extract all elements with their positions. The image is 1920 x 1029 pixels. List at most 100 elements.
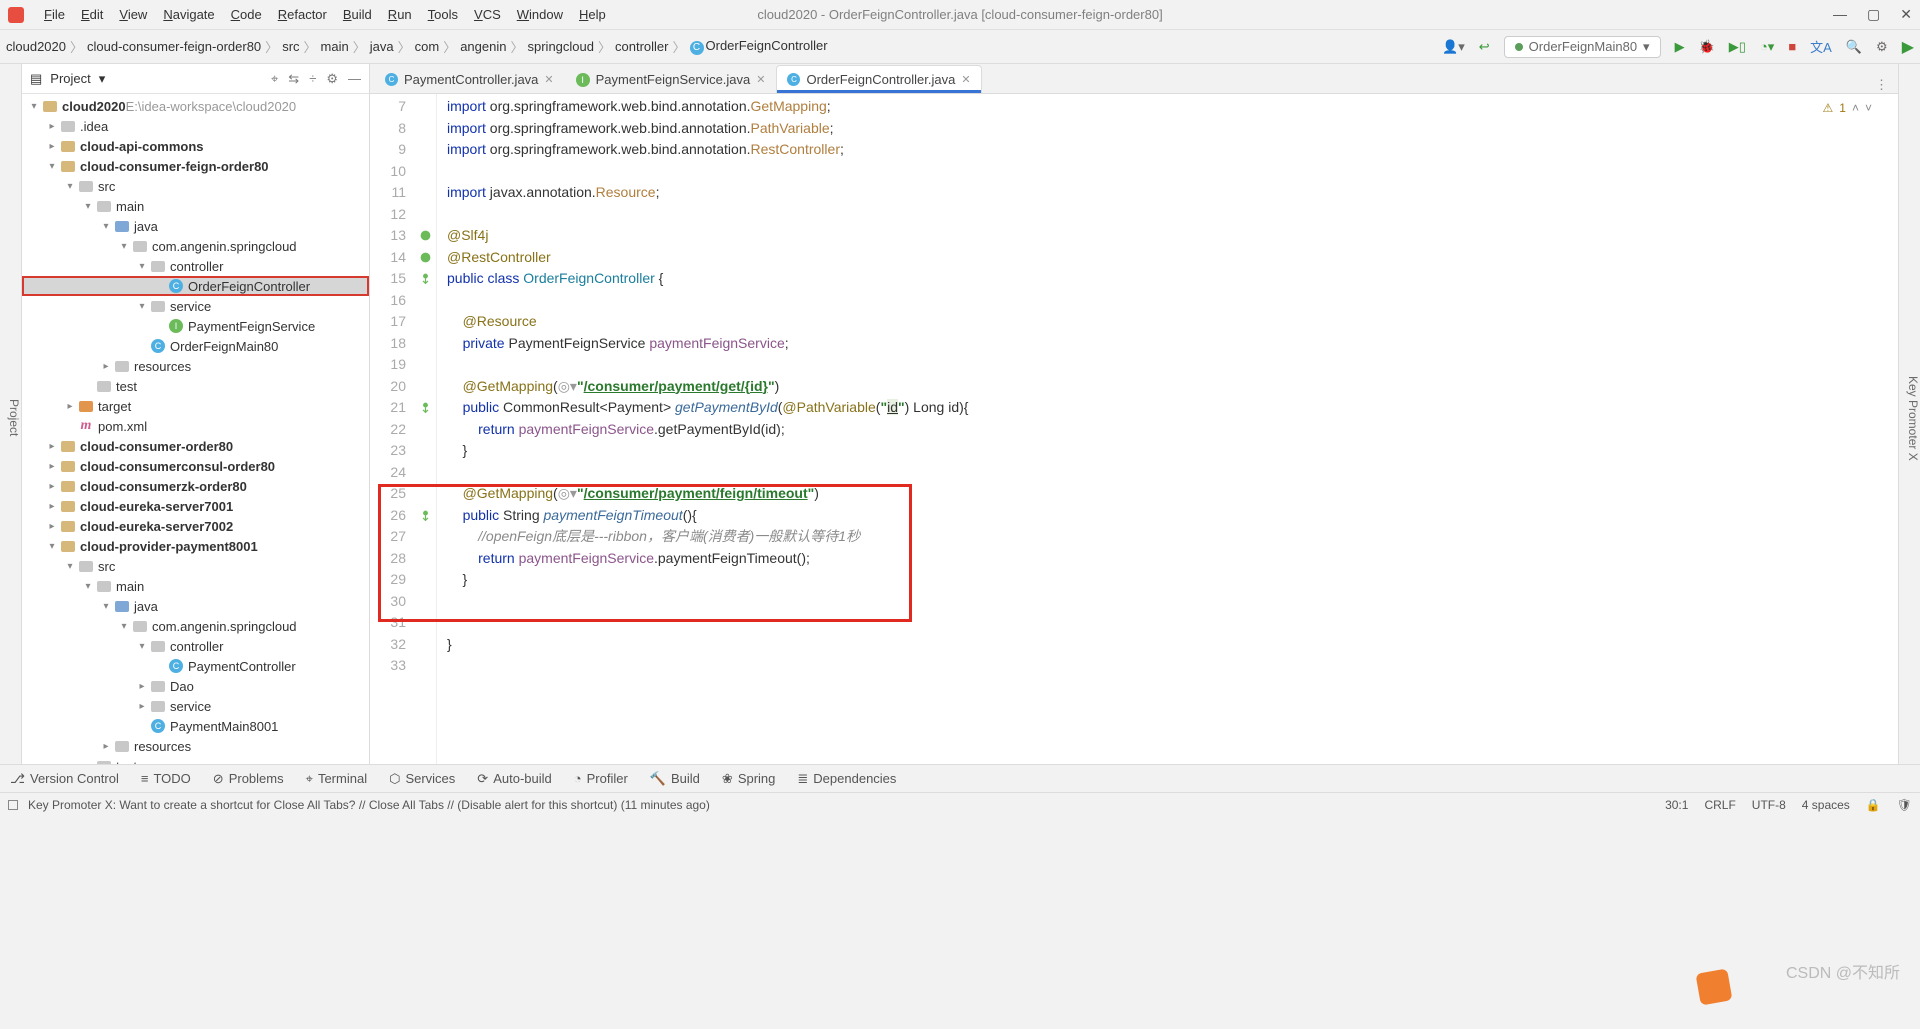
crumb-2[interactable]: src	[282, 39, 299, 54]
bottom-tab-todo[interactable]: ≡TODO	[141, 771, 191, 786]
deploy-icon[interactable]: ▶	[1902, 37, 1914, 57]
tabs-menu-icon[interactable]: ⋮	[1875, 77, 1888, 93]
minimize-icon[interactable]: —	[1833, 6, 1847, 23]
left-tab-project[interactable]: Project	[7, 399, 21, 436]
bottom-tab-profiler[interactable]: ◔Profiler	[574, 771, 628, 786]
translate-icon[interactable]: 文A	[1810, 37, 1832, 56]
menu-edit[interactable]: Edit	[75, 5, 109, 24]
crumb-5[interactable]: com	[415, 39, 440, 54]
user-icon[interactable]: 👤▾	[1442, 39, 1465, 55]
tree-item[interactable]: ▸Dao	[22, 676, 369, 696]
close-icon[interactable]: ✕	[1900, 6, 1912, 23]
next-highlight-icon[interactable]: ˅	[1865, 98, 1872, 120]
code-area[interactable]: 7891011121314151617181920212223242526272…	[370, 94, 1898, 764]
editor-tab[interactable]: COrderFeignController.java✕	[776, 65, 981, 93]
tree-item[interactable]: mpom.xml	[22, 416, 369, 436]
back-arrow-icon[interactable]: ↩	[1479, 39, 1490, 55]
tree-item[interactable]: ▸service	[22, 696, 369, 716]
tree-item[interactable]: ▾java	[22, 596, 369, 616]
bottom-tab-services[interactable]: ⬡Services	[389, 771, 455, 787]
hide-icon[interactable]: —	[348, 71, 361, 87]
tree-item[interactable]: ▸cloud-eureka-server7001	[22, 496, 369, 516]
status-field[interactable]: CRLF	[1704, 798, 1735, 812]
gear-icon[interactable]: ⚙	[326, 71, 338, 87]
code-text[interactable]: import org.springframework.web.bind.anno…	[437, 94, 1898, 764]
run-icon[interactable]: ▶	[1675, 39, 1685, 55]
tree-item[interactable]: ▸cloud-api-commons	[22, 136, 369, 156]
sidebar-toggle-icon[interactable]: ▤	[30, 71, 42, 87]
crumb-6[interactable]: angenin	[460, 39, 506, 54]
status-icon[interactable]: 🔒	[1866, 798, 1881, 812]
tree-item[interactable]: ▾cloud-provider-payment8001	[22, 536, 369, 556]
tree-item[interactable]: ▸resources	[22, 736, 369, 756]
tree-item[interactable]: ▸target	[22, 396, 369, 416]
stop-icon[interactable]: ■	[1788, 39, 1796, 54]
menu-file[interactable]: File	[38, 5, 71, 24]
menu-build[interactable]: Build	[337, 5, 378, 24]
editor-tab[interactable]: IPaymentFeignService.java✕	[565, 65, 777, 93]
crumb-3[interactable]: main	[321, 39, 349, 54]
crumb-7[interactable]: springcloud	[528, 39, 595, 54]
collapse-icon[interactable]: ÷	[309, 71, 316, 87]
menu-vcs[interactable]: VCS	[468, 5, 507, 24]
status-icon[interactable]: 🛡	[1897, 798, 1912, 812]
tree-item[interactable]: ▾com.angenin.springcloud	[22, 236, 369, 256]
tree-item[interactable]: ▸resources	[22, 356, 369, 376]
tree-item[interactable]: ▸cloud-consumer-order80	[22, 436, 369, 456]
tree-item[interactable]: CPaymentController	[22, 656, 369, 676]
chevron-down-icon[interactable]: ▾	[99, 71, 106, 87]
tree-item[interactable]: IPaymentFeignService	[22, 316, 369, 336]
ime-icon[interactable]	[1695, 968, 1732, 1005]
bottom-tab-dependencies[interactable]: ≣Dependencies	[797, 771, 896, 787]
crumb-1[interactable]: cloud-consumer-feign-order80	[87, 39, 261, 54]
tree-item[interactable]: COrderFeignMain80	[22, 336, 369, 356]
status-field[interactable]: 4 spaces	[1802, 798, 1850, 812]
menu-run[interactable]: Run	[382, 5, 418, 24]
tree-item[interactable]: ▾src	[22, 556, 369, 576]
menu-window[interactable]: Window	[511, 5, 569, 24]
bottom-tab-auto-build[interactable]: ⟳Auto-build	[477, 771, 551, 787]
tree-item[interactable]: ▾src	[22, 176, 369, 196]
coverage-icon[interactable]: ▶▯	[1729, 39, 1746, 55]
crumb-9[interactable]: COrderFeignController	[690, 38, 828, 55]
status-field[interactable]: 30:1	[1665, 798, 1688, 812]
crumb-0[interactable]: cloud2020	[6, 39, 66, 54]
tree-root[interactable]: ▾cloud2020 E:\idea-workspace\cloud2020	[22, 96, 369, 116]
status-field[interactable]: UTF-8	[1752, 798, 1786, 812]
tree-item[interactable]: ▾main	[22, 576, 369, 596]
editor-tab[interactable]: CPaymentController.java✕	[374, 65, 565, 93]
tree-item[interactable]: test	[22, 376, 369, 396]
tree-item[interactable]: ▸cloud-consumerzk-order80	[22, 476, 369, 496]
settings-icon[interactable]: ⚙	[1876, 39, 1888, 55]
search-icon[interactable]: 🔍	[1846, 39, 1862, 55]
menu-help[interactable]: Help	[573, 5, 612, 24]
debug-icon[interactable]: 🐞	[1699, 39, 1715, 55]
menu-tools[interactable]: Tools	[422, 5, 464, 24]
run-config-select[interactable]: OrderFeignMain80 ▾	[1504, 36, 1661, 58]
inspection-bar[interactable]: ⚠ 1 ˄˅	[1823, 98, 1872, 120]
menu-refactor[interactable]: Refactor	[272, 5, 333, 24]
profile-icon[interactable]: ◔▾	[1760, 39, 1774, 55]
right-tab-key-promoter-x[interactable]: Key Promoter X	[1906, 376, 1920, 461]
expand-icon[interactable]: ⇆	[288, 71, 299, 87]
tree-item[interactable]: ▾com.angenin.springcloud	[22, 616, 369, 636]
menu-code[interactable]: Code	[225, 5, 268, 24]
bottom-tab-build[interactable]: 🔨Build	[650, 771, 700, 787]
bottom-tab-spring[interactable]: ❀Spring	[722, 771, 775, 787]
tree-item[interactable]: COrderFeignController	[22, 276, 369, 296]
tree-item[interactable]: ▾cloud-consumer-feign-order80	[22, 156, 369, 176]
project-tree[interactable]: ▾cloud2020 E:\idea-workspace\cloud2020▸.…	[22, 94, 369, 764]
menu-view[interactable]: View	[113, 5, 153, 24]
status-indicator-icon[interactable]	[8, 800, 18, 810]
menu-navigate[interactable]: Navigate	[157, 5, 220, 24]
tree-item[interactable]: CPaymentMain8001	[22, 716, 369, 736]
crumb-4[interactable]: java	[370, 39, 394, 54]
tree-item[interactable]: ▸cloud-eureka-server7002	[22, 516, 369, 536]
tree-item[interactable]: ▾controller	[22, 256, 369, 276]
select-file-icon[interactable]: ⌖	[271, 71, 278, 87]
maximize-icon[interactable]: ▢	[1867, 6, 1880, 23]
bottom-tab-terminal[interactable]: ⌖Terminal	[306, 771, 367, 787]
tree-item[interactable]: ▸cloud-consumerconsul-order80	[22, 456, 369, 476]
prev-highlight-icon[interactable]: ˄	[1852, 98, 1859, 120]
tree-item[interactable]: test	[22, 756, 369, 764]
